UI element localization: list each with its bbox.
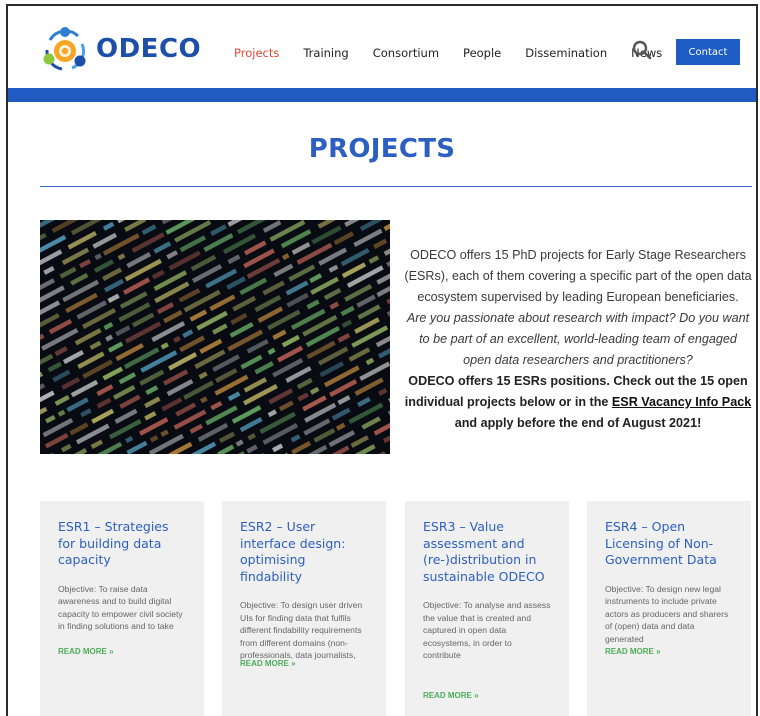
project-objective: Objective: To design user driven UIs for… <box>240 600 363 660</box>
project-objective: Objective: To design new legal instrumen… <box>605 583 729 644</box>
code-art <box>40 220 390 454</box>
intro-text: ODECO offers 15 PhD projects for Early S… <box>404 245 752 434</box>
header-bar <box>8 88 756 102</box>
site-logo[interactable]: ODECO <box>42 26 201 72</box>
project-card-esr2[interactable]: ESR2 – User interface design: optimising… <box>222 501 386 716</box>
read-more-link[interactable]: READ MORE » <box>240 659 296 668</box>
project-card-esr4[interactable]: ESR4 – Open Licensing of Non-Government … <box>587 501 751 716</box>
page-frame: ODECO Projects Training Consortium Peopl… <box>6 4 758 716</box>
intro-cta-after: and apply before the end of August 2021! <box>454 416 702 430</box>
project-title[interactable]: ESR4 – Open Licensing of Non-Government … <box>605 519 733 569</box>
nav-item-consortium[interactable]: Consortium <box>373 46 439 60</box>
project-title[interactable]: ESR2 – User interface design: optimising… <box>240 519 368 585</box>
project-card-esr1[interactable]: ESR1 – Strategies for building data capa… <box>40 501 204 716</box>
intro-question: Are you passionate about research with i… <box>406 311 750 367</box>
nav-item-projects[interactable]: Projects <box>234 46 279 60</box>
read-more-link[interactable]: READ MORE » <box>605 647 661 656</box>
project-title[interactable]: ESR1 – Strategies for building data capa… <box>58 519 186 569</box>
title-divider <box>40 186 752 187</box>
read-more-link[interactable]: READ MORE » <box>423 691 479 700</box>
intro-cta: ODECO offers 15 ESRs positions. Check ou… <box>404 371 752 434</box>
nav-item-training[interactable]: Training <box>303 46 348 60</box>
intro-lead: ODECO offers 15 PhD projects for Early S… <box>404 248 752 304</box>
main-nav: Projects Training Consortium People Diss… <box>234 46 686 60</box>
contact-button[interactable]: Contact <box>676 39 740 65</box>
page-title: PROJECTS <box>308 134 456 164</box>
nav-item-dissemination[interactable]: Dissemination <box>525 46 607 60</box>
search-icon[interactable] <box>632 40 652 60</box>
project-objective: Objective: To raise data awareness and t… <box>58 583 183 632</box>
logo-icon <box>43 27 86 71</box>
project-card-esr3[interactable]: ESR3 – Value assessment and (re-)distrib… <box>405 501 569 716</box>
vacancy-info-pack-link[interactable]: ESR Vacancy Info Pack <box>612 395 751 409</box>
project-title[interactable]: ESR3 – Value assessment and (re-)distrib… <box>423 519 551 585</box>
nav-item-people[interactable]: People <box>463 46 501 60</box>
read-more-link[interactable]: READ MORE » <box>58 647 114 656</box>
brand-name: ODECO <box>96 34 202 64</box>
code-screen-image <box>40 220 390 454</box>
project-objective: Objective: To analyse and assess the val… <box>423 600 551 660</box>
site-header: ODECO Projects Training Consortium Peopl… <box>8 6 756 88</box>
